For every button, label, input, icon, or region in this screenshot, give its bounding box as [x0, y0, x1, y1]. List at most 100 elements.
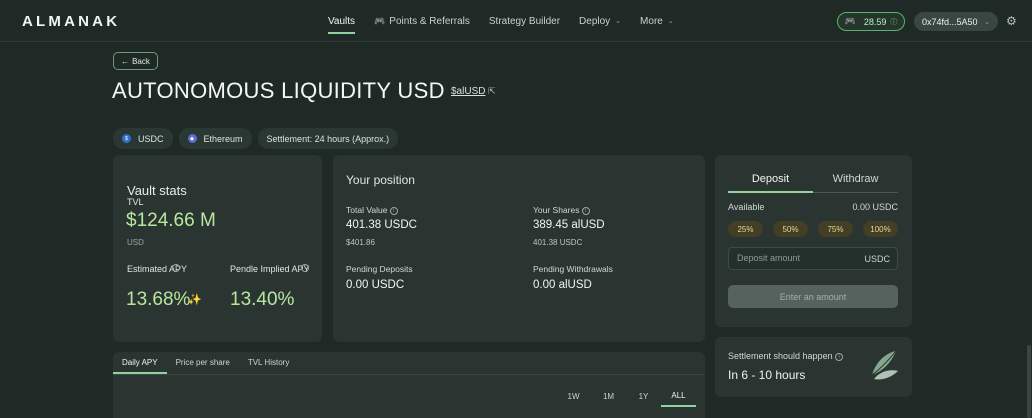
pendle-apy-label: Pendle Implied APY	[230, 263, 310, 276]
available-label: Available	[728, 202, 765, 212]
settlement-chip: Settlement: 24 hours (Approx.)	[257, 128, 399, 149]
shares-usdc: 401.38 USDC	[533, 238, 583, 247]
position-title: Your position	[346, 173, 415, 187]
amount-unit: USDC	[864, 254, 890, 264]
back-label: Back	[132, 56, 150, 66]
pending-withdrawals-value: 0.00 alUSD	[533, 279, 592, 291]
tab-withdraw[interactable]: Withdraw	[813, 167, 898, 193]
page-title: AUTONOMOUS LIQUIDITY USD	[112, 78, 445, 103]
deposit-withdraw-tabs: Deposit Withdraw	[728, 167, 898, 193]
percent-75-button[interactable]: 75%	[818, 221, 853, 237]
settlement-illustration-icon	[871, 350, 898, 380]
range-1w[interactable]: 1W	[556, 386, 591, 407]
percent-50-button[interactable]: 50%	[773, 221, 808, 237]
vault-stats-card: Vault stats TVL $124.66 M USD Estimated …	[113, 155, 322, 342]
nav-points-label: Points & Referrals	[389, 15, 470, 27]
info-icon[interactable]: i	[301, 264, 309, 272]
deposit-amount-input[interactable]	[737, 253, 847, 263]
chevron-down-icon: ⌄	[667, 18, 674, 25]
nav-more-label: More	[640, 15, 663, 27]
settlement-card: Settlement should happen i In 6 - 10 hou…	[715, 337, 912, 397]
nav-links: Vaults 🎮 Points & Referrals Strategy Buil…	[328, 0, 693, 42]
nav-strategy-builder[interactable]: Strategy Builder	[489, 0, 560, 42]
pendle-apy-label-text: Pendle Implied APY	[230, 264, 310, 274]
ticker-link[interactable]: $alUSD	[451, 86, 485, 97]
percent-buttons: 25% 50% 75% 100%	[728, 221, 898, 237]
deposit-card: Deposit Withdraw Available 0.00 USDC 25%…	[715, 155, 912, 327]
range-1y[interactable]: 1Y	[626, 386, 661, 407]
gamepad-icon: 🎮	[844, 16, 856, 26]
brand-logo[interactable]: ALMANAK	[22, 13, 120, 30]
chevron-down-icon: ⌄	[984, 19, 990, 26]
shares-label: Your Shares i	[533, 205, 590, 215]
pendle-apy-value: 13.40%	[230, 289, 295, 310]
gamepad-icon: 🎮	[374, 15, 386, 26]
asset-chip: $ USDC	[113, 128, 173, 149]
range-all[interactable]: ALL	[661, 386, 696, 407]
shares-label-text: Your Shares	[533, 205, 580, 215]
tvl-unit: USD	[127, 238, 144, 247]
wallet-address: 0x74fd...5A50	[922, 16, 978, 27]
percent-25-button[interactable]: 25%	[728, 221, 763, 237]
nav-deploy[interactable]: Deploy ⌄	[579, 0, 621, 42]
tab-daily-apy[interactable]: Daily APY	[113, 352, 167, 374]
nav-more[interactable]: More ⌄	[640, 0, 674, 42]
chevron-down-icon: ⌄	[615, 18, 622, 25]
points-value: 28.59	[863, 16, 887, 27]
vault-chips: $ USDC ◆ Ethereum Settlement: 24 hours (…	[113, 128, 399, 149]
pending-withdrawals-label: Pending Withdrawals	[533, 264, 613, 274]
total-value-label-text: Total Value	[346, 205, 388, 215]
nav-vaults[interactable]: Vaults	[328, 0, 356, 42]
usdc-icon: $	[122, 134, 131, 143]
info-icon[interactable]: i	[172, 264, 180, 272]
tvl-label: TVL	[127, 197, 144, 207]
info-icon[interactable]: i	[581, 206, 590, 215]
settlement-chip-label: Settlement: 24 hours (Approx.)	[266, 133, 390, 144]
chart-divider	[113, 374, 705, 375]
settlement-label: Settlement should happen i	[728, 351, 844, 361]
info-icon[interactable]: i	[835, 352, 844, 361]
points-badge[interactable]: 🎮 28.59 ⓘ	[837, 12, 905, 31]
page-scrollbar[interactable]	[1027, 345, 1031, 418]
range-1m[interactable]: 1M	[591, 386, 626, 407]
position-card: Your position Total Value i 401.38 USDC …	[333, 155, 705, 342]
available-value: 0.00 USDC	[852, 202, 898, 212]
nav-points-referrals[interactable]: 🎮 Points & Referrals	[374, 0, 470, 42]
settlement-value: In 6 - 10 hours	[728, 368, 806, 382]
percent-100-button[interactable]: 100%	[863, 221, 898, 237]
pending-deposits-label: Pending Deposits	[346, 264, 413, 274]
deposit-amount-field: USDC	[728, 247, 898, 270]
tvl-value: $124.66 M	[126, 210, 216, 231]
sparkle-icon: ✨	[188, 294, 202, 306]
info-icon: ⓘ	[890, 18, 898, 26]
wallet-button[interactable]: 0x74fd...5A50 ⌄	[914, 12, 998, 31]
pending-deposits-value: 0.00 USDC	[346, 279, 405, 291]
info-icon[interactable]: i	[389, 206, 398, 215]
tab-price-per-share[interactable]: Price per share	[167, 352, 239, 374]
range-tabs: 1W 1M 1Y ALL	[556, 386, 696, 407]
vault-stats-title: Vault stats	[127, 183, 187, 198]
ethereum-icon: ◆	[187, 134, 197, 143]
top-nav: ALMANAK Vaults 🎮 Points & Referrals Strat…	[0, 0, 1032, 42]
gear-icon[interactable]: ⚙	[1006, 14, 1017, 28]
total-value-usd: $401.86	[346, 238, 375, 247]
external-link-icon[interactable]: ⇱	[488, 86, 496, 97]
asset-label: USDC	[138, 133, 164, 144]
total-value-label: Total Value i	[346, 205, 398, 215]
chart-tabs: Daily APY Price per share TVL History	[113, 352, 298, 374]
tab-tvl-history[interactable]: TVL History	[239, 352, 299, 374]
tab-deposit[interactable]: Deposit	[728, 167, 813, 193]
back-button[interactable]: ← Back	[113, 52, 158, 70]
submit-button[interactable]: Enter an amount	[728, 285, 898, 308]
nav-vaults-label: Vaults	[328, 15, 356, 27]
estimated-apy-value: 13.68%	[126, 289, 191, 310]
estimated-apy-label: Estimated APY	[127, 263, 197, 276]
settlement-label-text: Settlement should happen	[728, 351, 833, 361]
shares-value: 389.45 alUSD	[533, 219, 605, 231]
network-label: Ethereum	[203, 133, 243, 144]
nav-deploy-label: Deploy	[579, 15, 611, 27]
chart-card: Daily APY Price per share TVL History 1W…	[113, 352, 705, 418]
arrow-left-icon: ←	[121, 56, 130, 66]
total-value: 401.38 USDC	[346, 219, 417, 231]
network-chip: ◆ Ethereum	[178, 128, 252, 149]
